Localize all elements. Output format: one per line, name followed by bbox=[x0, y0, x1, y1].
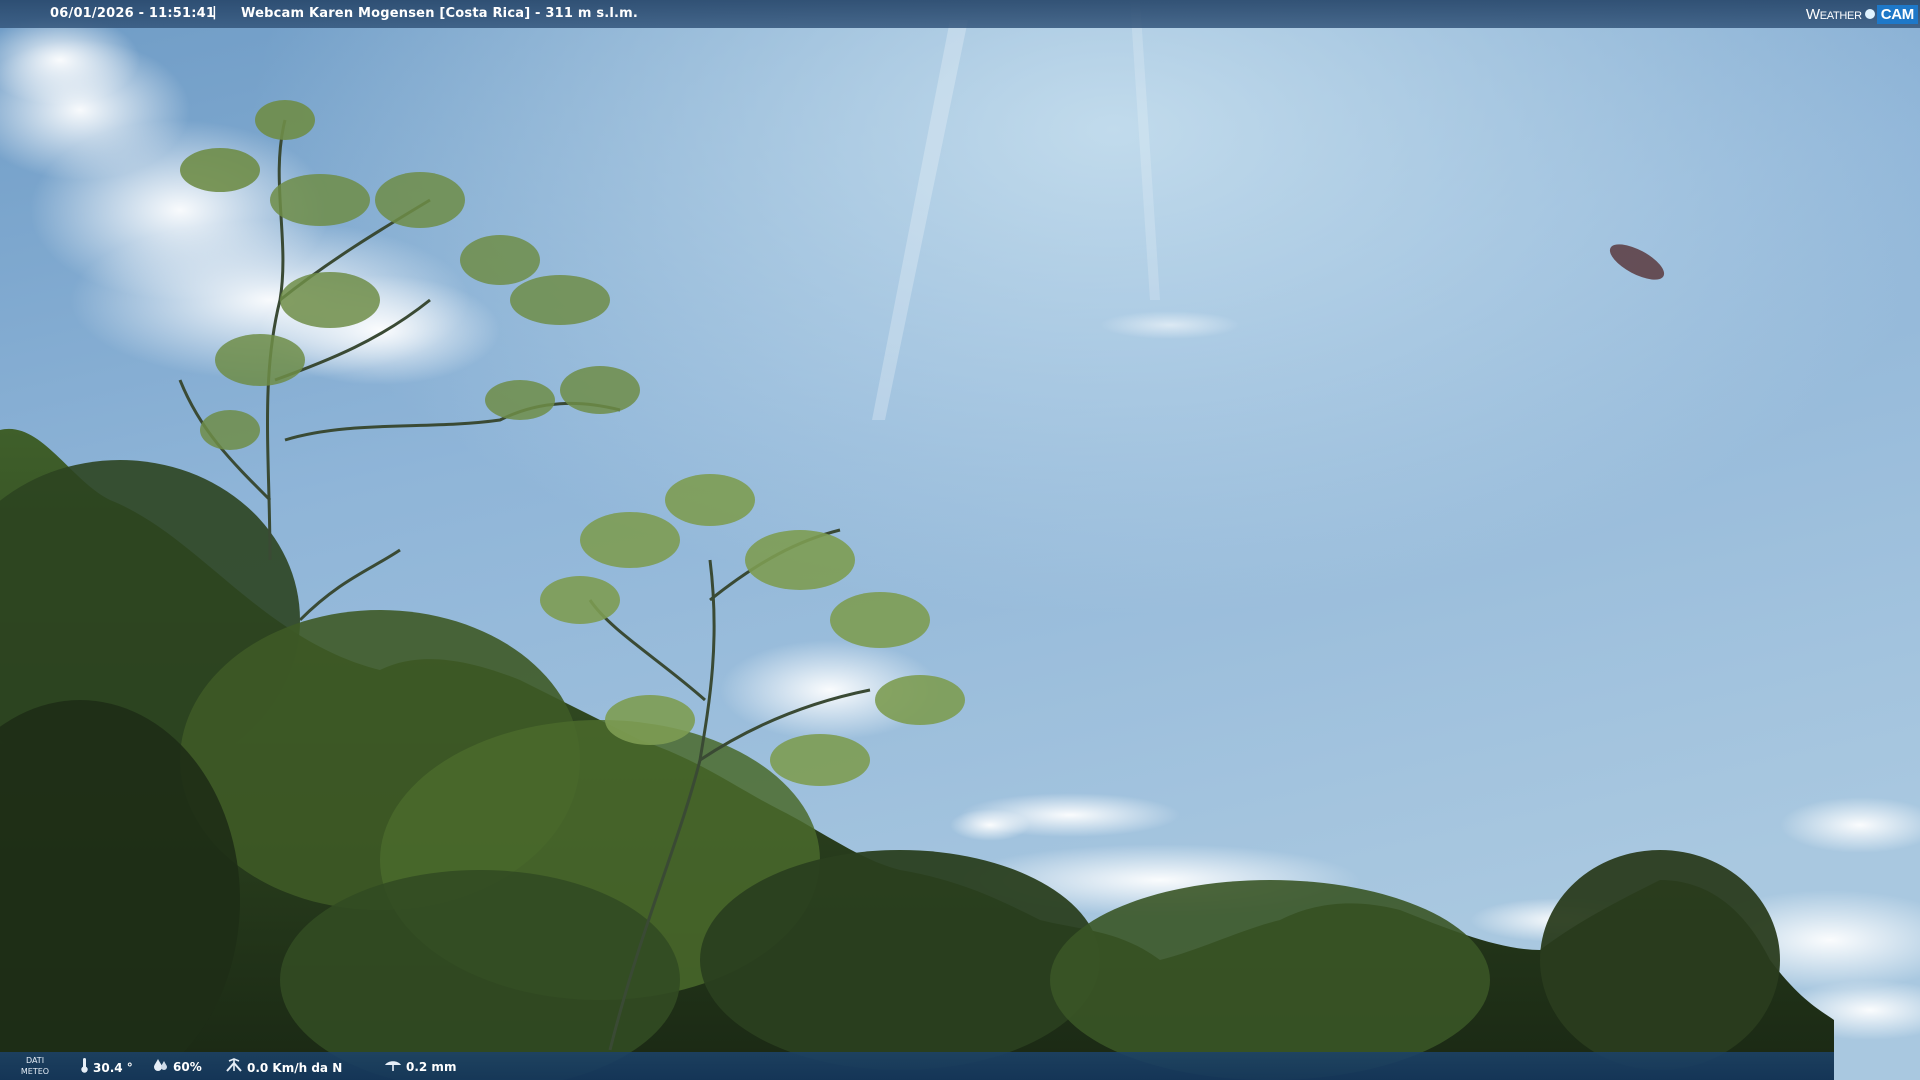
humidity-drop-icon bbox=[153, 1058, 169, 1076]
rain-metric: 0.2 mm bbox=[384, 1058, 456, 1076]
separator: | bbox=[212, 5, 217, 20]
humidity-metric: 60% bbox=[153, 1058, 202, 1076]
wind-value: 0.0 Km/h da N bbox=[247, 1060, 343, 1075]
logo-word: Weather bbox=[1805, 5, 1862, 23]
webcam-image bbox=[0, 0, 1920, 1080]
top-overlay-bar: 06/01/2026 - 11:51:41 | Webcam Karen Mog… bbox=[0, 0, 1920, 28]
dati-meteo-label: DATI METEO bbox=[14, 1055, 56, 1077]
temperature-value: 30.4 ° bbox=[93, 1060, 133, 1075]
dati-line-1: DATI bbox=[25, 1056, 45, 1065]
landscape-photo bbox=[0, 0, 1920, 1080]
rain-gauge-icon bbox=[384, 1058, 402, 1076]
timestamp: 06/01/2026 - 11:51:41 bbox=[50, 6, 216, 21]
weather-data-bar: DATI METEO 30.4 ° 60% 0.0 Km/h da N 0.2 … bbox=[0, 1052, 1834, 1080]
logo-dot-icon bbox=[1864, 9, 1875, 19]
wind-icon bbox=[225, 1058, 243, 1077]
wind-metric: 0.0 Km/h da N bbox=[225, 1058, 342, 1077]
webcam-title: Webcam Karen Mogensen [Costa Rica] - 311… bbox=[241, 6, 639, 21]
weathercam-logo: Weather CAM bbox=[1806, 2, 1918, 26]
temperature-metric: 30.4 ° bbox=[80, 1058, 133, 1077]
dati-line-2: METEO bbox=[20, 1067, 50, 1076]
thermometer-icon bbox=[80, 1058, 89, 1077]
logo-cam: CAM bbox=[1876, 4, 1918, 24]
humidity-value: 60% bbox=[173, 1060, 202, 1074]
rain-value: 0.2 mm bbox=[406, 1060, 457, 1074]
